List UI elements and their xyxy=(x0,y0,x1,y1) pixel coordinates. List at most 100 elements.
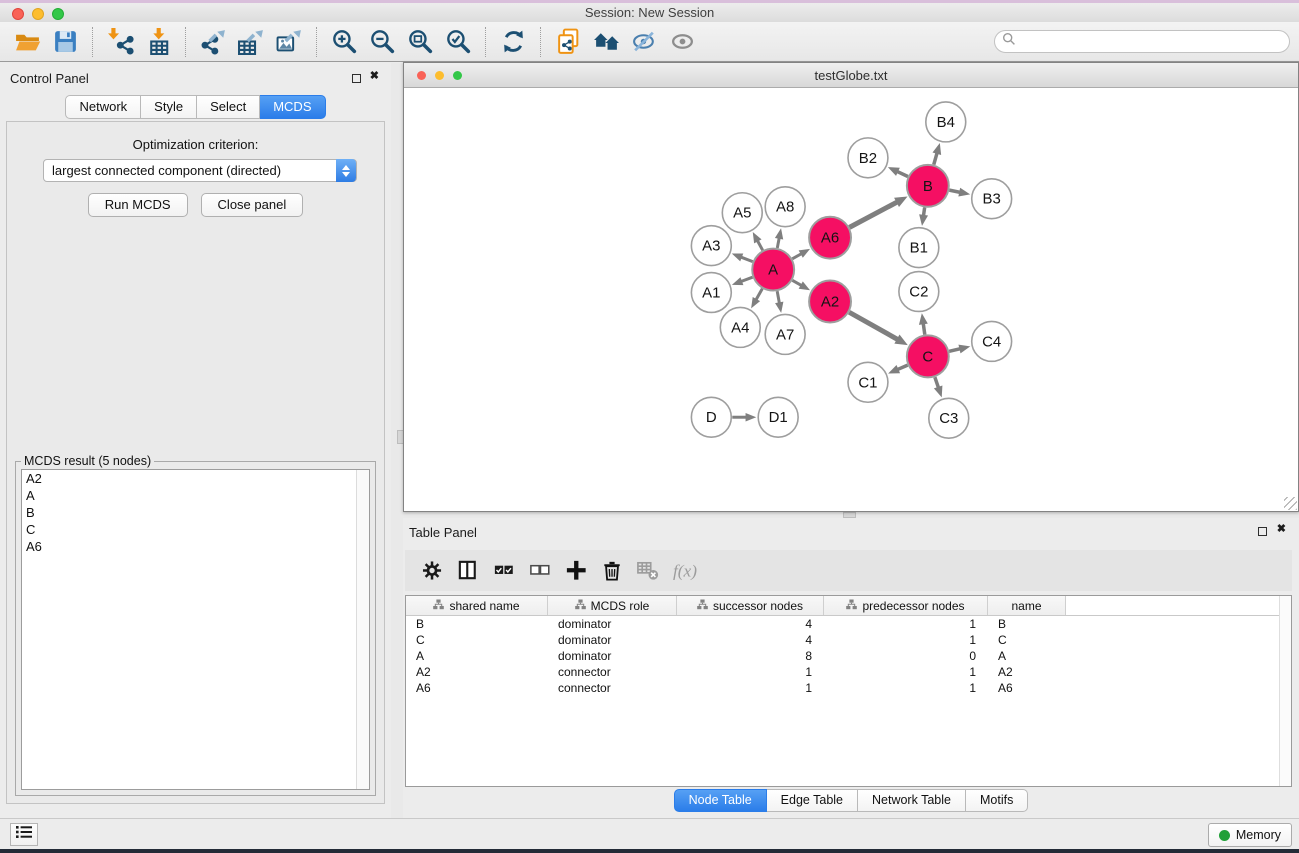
tab-select[interactable]: Select xyxy=(197,95,260,119)
result-scrollbar[interactable] xyxy=(356,470,369,789)
table-cell[interactable]: dominator xyxy=(548,617,677,631)
graph-edge[interactable] xyxy=(777,291,779,303)
float-panel-icon[interactable] xyxy=(352,74,361,83)
refresh-layout-icon[interactable] xyxy=(494,26,532,58)
unselect-all-icon[interactable] xyxy=(522,556,558,586)
export-network-icon[interactable] xyxy=(194,26,232,58)
column-header-name[interactable]: name xyxy=(988,596,1066,615)
table-row[interactable]: Adominator80A xyxy=(406,648,1291,664)
table-row[interactable]: A6connector11A6 xyxy=(406,680,1291,696)
import-network-icon[interactable] xyxy=(101,26,139,58)
columns-icon[interactable] xyxy=(450,556,486,586)
column-header-predecessor-nodes[interactable]: predecessor nodes xyxy=(824,596,988,615)
table-cell[interactable]: 8 xyxy=(677,649,824,663)
graph-edge[interactable] xyxy=(923,207,924,215)
table-cell[interactable]: dominator xyxy=(548,633,677,647)
show-graphics-details-icon[interactable] xyxy=(663,26,701,58)
result-item[interactable]: B xyxy=(22,504,369,521)
tab-mcds[interactable]: MCDS xyxy=(260,95,325,119)
table-cell[interactable]: 4 xyxy=(677,633,824,647)
search-input[interactable] xyxy=(994,30,1290,53)
graph-edge[interactable] xyxy=(897,365,907,369)
network-canvas[interactable]: AA1A2A3A4A5A6A7A8BB1B2B3B4CC1C2C3C4DD1 xyxy=(404,89,1298,511)
graph-edge[interactable] xyxy=(949,190,960,192)
table-cell[interactable]: 1 xyxy=(824,681,988,695)
table-row[interactable]: Bdominator41B xyxy=(406,616,1291,632)
graph-edge[interactable] xyxy=(949,349,960,352)
table-cell[interactable]: connector xyxy=(548,681,677,695)
result-item[interactable]: A6 xyxy=(22,538,369,555)
result-item[interactable]: A xyxy=(22,487,369,504)
tab-edge-table[interactable]: Edge Table xyxy=(767,789,858,812)
table-row[interactable]: A2connector11A2 xyxy=(406,664,1291,680)
graph-edge[interactable] xyxy=(777,238,779,248)
graph-edge[interactable] xyxy=(849,312,898,339)
column-header-shared-name[interactable]: shared name xyxy=(406,596,548,615)
node-table[interactable]: shared nameMCDS rolesuccessor nodesprede… xyxy=(405,595,1292,787)
zoom-out-icon[interactable] xyxy=(363,26,401,58)
delete-row-icon[interactable] xyxy=(594,556,630,586)
table-cell[interactable]: 0 xyxy=(824,649,988,663)
table-cell[interactable]: 1 xyxy=(677,665,824,679)
run-mcds-button[interactable]: Run MCDS xyxy=(88,193,188,217)
network-view-window[interactable]: testGlobe.txt AA1A2A3A4A5A6A7A8BB1B2B3B4… xyxy=(403,62,1299,512)
graph-edge[interactable] xyxy=(792,280,801,285)
table-cell[interactable]: A xyxy=(406,649,548,663)
table-cell[interactable]: A2 xyxy=(988,665,1066,679)
network-window-titlebar[interactable]: testGlobe.txt xyxy=(404,63,1298,88)
table-cell[interactable]: A6 xyxy=(406,681,548,695)
graph-edge[interactable] xyxy=(792,254,801,259)
memory-button[interactable]: Memory xyxy=(1208,823,1292,847)
select-all-icon[interactable] xyxy=(486,556,522,586)
criterion-dropdown[interactable]: largest connected component (directed) xyxy=(43,159,357,182)
open-session-icon[interactable] xyxy=(8,26,46,58)
table-cell[interactable]: A6 xyxy=(988,681,1066,695)
network-graph[interactable]: AA1A2A3A4A5A6A7A8BB1B2B3B4CC1C2C3C4DD1 xyxy=(404,89,1298,511)
table-scrollbar[interactable] xyxy=(1279,596,1291,786)
table-cell[interactable]: 1 xyxy=(824,633,988,647)
hide-graphics-details-icon[interactable] xyxy=(625,26,663,58)
tab-network-table[interactable]: Network Table xyxy=(858,789,966,812)
table-cell[interactable]: 1 xyxy=(824,617,988,631)
table-cell[interactable]: B xyxy=(988,617,1066,631)
save-session-icon[interactable] xyxy=(46,26,84,58)
zoom-selected-icon[interactable] xyxy=(439,26,477,58)
graph-edge[interactable] xyxy=(935,377,939,388)
graph-edge[interactable] xyxy=(757,240,762,250)
column-header-successor-nodes[interactable]: successor nodes xyxy=(677,596,824,615)
table-cell[interactable]: C xyxy=(988,633,1066,647)
graph-edge[interactable] xyxy=(934,153,937,165)
table-cell[interactable]: 1 xyxy=(824,665,988,679)
import-table-icon[interactable] xyxy=(139,26,177,58)
task-history-button[interactable] xyxy=(10,823,38,846)
resize-grip-icon[interactable] xyxy=(1284,497,1297,510)
tab-style[interactable]: Style xyxy=(141,95,197,119)
close-panel-button[interactable]: Close panel xyxy=(201,193,304,217)
tab-network[interactable]: Network xyxy=(65,95,141,119)
close-panel-icon[interactable]: ✖ xyxy=(370,69,379,82)
export-table-icon[interactable] xyxy=(232,26,270,58)
zoom-in-icon[interactable] xyxy=(325,26,363,58)
table-cell[interactable]: connector xyxy=(548,665,677,679)
export-image-icon[interactable] xyxy=(270,26,308,58)
table-cell[interactable]: A xyxy=(988,649,1066,663)
result-item[interactable]: A2 xyxy=(22,470,369,487)
graph-edge[interactable] xyxy=(849,202,897,227)
mcds-result-list[interactable]: A2ABCA6 xyxy=(21,469,370,790)
table-cell[interactable]: B xyxy=(406,617,548,631)
add-row-icon[interactable] xyxy=(558,556,594,586)
table-cell[interactable]: dominator xyxy=(548,649,677,663)
graph-edge[interactable] xyxy=(897,171,908,176)
tab-node-table[interactable]: Node Table xyxy=(674,789,767,812)
table-cell[interactable]: 4 xyxy=(677,617,824,631)
result-item[interactable]: C xyxy=(22,521,369,538)
graph-edge[interactable] xyxy=(923,323,925,334)
gear-icon[interactable] xyxy=(414,556,450,586)
float-table-panel-icon[interactable] xyxy=(1258,527,1267,536)
table-cell[interactable]: A2 xyxy=(406,665,548,679)
table-row[interactable]: Cdominator41C xyxy=(406,632,1291,648)
tab-motifs[interactable]: Motifs xyxy=(966,789,1028,812)
first-neighbors-icon[interactable] xyxy=(587,26,625,58)
clone-network-icon[interactable] xyxy=(549,26,587,58)
graph-edge[interactable] xyxy=(741,257,753,262)
